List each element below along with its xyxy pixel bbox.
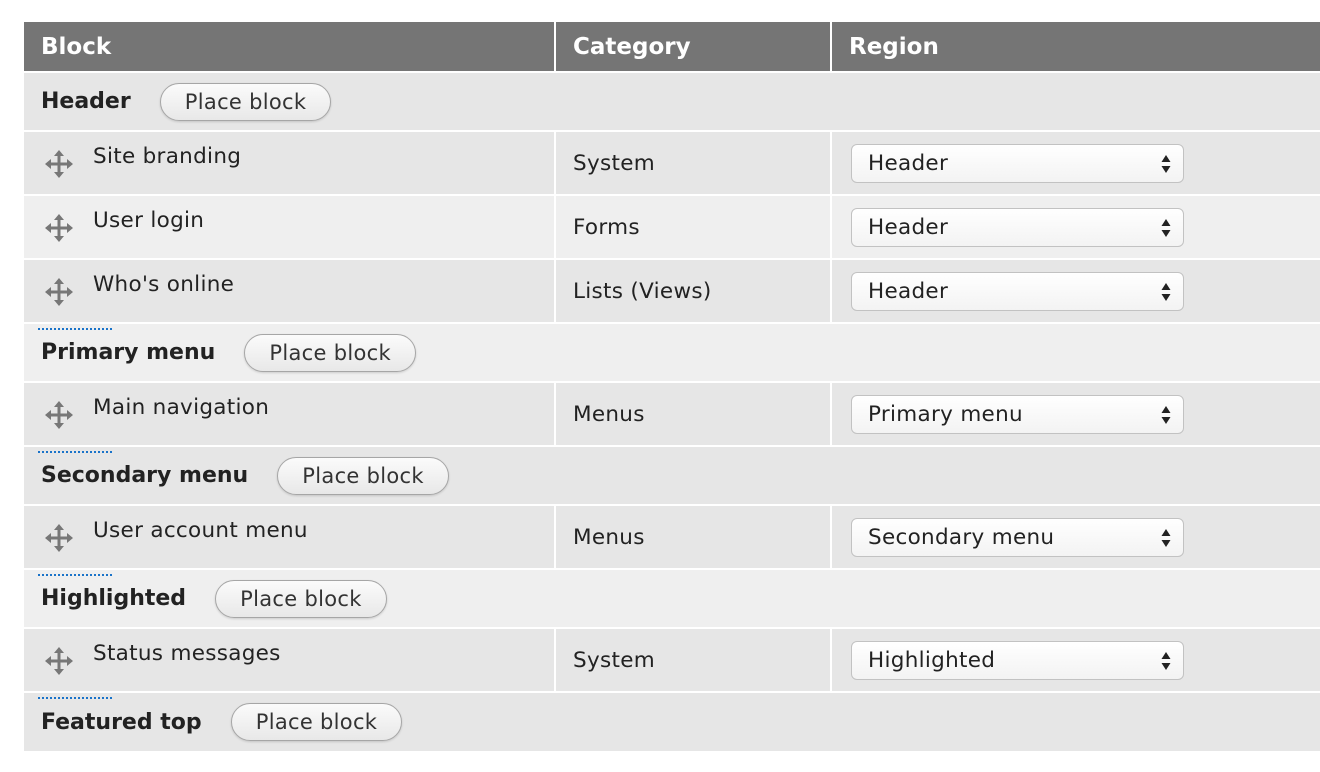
block-label: Who's online: [93, 272, 235, 297]
block-category: Menus: [555, 382, 832, 446]
select-up-down-icon: [1161, 528, 1171, 547]
place-block-button[interactable]: Place block: [215, 579, 387, 618]
region-select[interactable]: Secondary menu: [851, 517, 1184, 557]
block-row: User account menu Menus Secondary menu: [24, 505, 1320, 576]
block-label: Status messages: [93, 641, 281, 666]
region-select-value: Secondary menu: [868, 524, 1055, 550]
block-label: User login: [93, 208, 205, 233]
move-arrows-icon[interactable]: [38, 646, 112, 699]
block-label: Main navigation: [93, 395, 270, 420]
region-row-header: Header Place block: [24, 72, 1320, 131]
select-up-down-icon: [1161, 282, 1171, 301]
region-select[interactable]: Header: [851, 271, 1184, 311]
region-title: Highlighted: [41, 586, 187, 611]
region-select-value: Header: [868, 150, 949, 176]
column-header-region: Region: [831, 22, 1320, 72]
block-row: Who's online Lists (Views) Header: [24, 259, 1320, 330]
region-select-value: Highlighted: [868, 647, 996, 673]
block-row: Status messages System Highlighted: [24, 628, 1320, 699]
place-block-button[interactable]: Place block: [159, 82, 332, 121]
region-select-value: Primary menu: [868, 401, 1023, 427]
region-title: Header: [41, 89, 131, 114]
region-row-secondary-menu: Secondary menu Place block: [24, 446, 1320, 505]
place-block-button[interactable]: Place block: [244, 333, 416, 372]
block-category: System: [555, 628, 832, 692]
region-row-highlighted: Highlighted Place block: [24, 569, 1320, 628]
block-row: User login Forms Header: [24, 195, 1320, 266]
move-arrows-icon[interactable]: [38, 213, 112, 266]
block-layout-table: Block Category Region Header Place block: [24, 22, 1320, 751]
region-select[interactable]: Primary menu: [851, 394, 1184, 434]
region-select-value: Header: [868, 214, 949, 240]
block-label: User account menu: [93, 518, 308, 543]
region-select[interactable]: Header: [851, 143, 1184, 183]
block-category: Forms: [555, 195, 832, 259]
move-arrows-icon[interactable]: [38, 523, 112, 576]
select-up-down-icon: [1161, 405, 1171, 424]
region-select[interactable]: Highlighted: [851, 640, 1184, 680]
block-row: Site branding System Header: [24, 131, 1320, 202]
region-title: Featured top: [41, 709, 202, 735]
select-up-down-icon: [1161, 651, 1171, 670]
select-up-down-icon: [1161, 218, 1171, 237]
block-row: Main navigation Menus Primary menu: [24, 382, 1320, 453]
region-row-primary-menu: Primary menu Place block: [24, 323, 1320, 382]
region-row-featured-top: Featured top Place block: [24, 692, 1320, 751]
region-select-value: Header: [868, 278, 949, 304]
column-header-block: Block: [24, 22, 556, 72]
place-block-button[interactable]: Place block: [230, 703, 403, 741]
region-select[interactable]: Header: [851, 207, 1184, 247]
region-title: Primary menu: [41, 340, 216, 365]
place-block-button[interactable]: Place block: [277, 456, 449, 495]
block-category: System: [555, 131, 832, 195]
block-category: Menus: [555, 505, 832, 569]
move-arrows-icon[interactable]: [38, 400, 112, 453]
block-label: Site branding: [93, 144, 242, 169]
block-layout-table-wrapper: Block Category Region Header Place block: [24, 22, 1320, 751]
move-arrows-icon[interactable]: [38, 149, 112, 202]
column-header-category: Category: [555, 22, 832, 72]
table-header: Block Category Region: [24, 22, 1320, 72]
block-category: Lists (Views): [555, 259, 832, 323]
region-title: Secondary menu: [41, 463, 249, 488]
select-up-down-icon: [1161, 154, 1171, 173]
move-arrows-icon[interactable]: [38, 277, 112, 330]
